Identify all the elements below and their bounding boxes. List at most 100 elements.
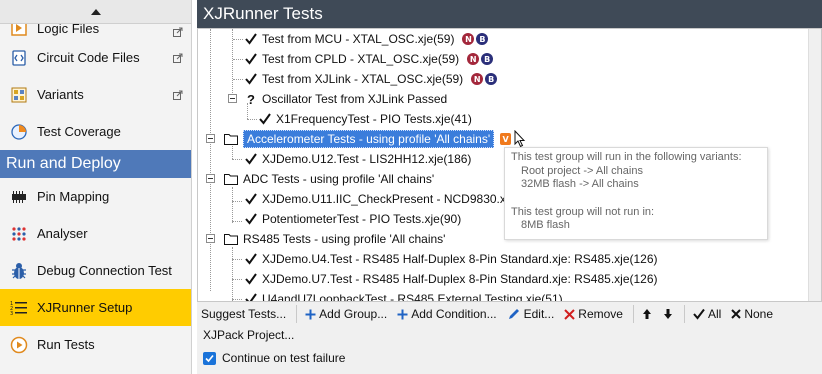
- continue-on-failure-checkbox[interactable]: Continue on test failure: [203, 351, 345, 365]
- sidebar-item-test-coverage[interactable]: Test Coverage: [0, 113, 191, 150]
- sidebar-item-label: Run Tests: [37, 337, 95, 352]
- sidebar-item-label: Variants: [37, 87, 84, 102]
- variants-tooltip: This test group will run in the followin…: [504, 147, 768, 240]
- external-link-icon[interactable]: [173, 27, 183, 37]
- sidebar-item-label: Logic Files: [37, 24, 100, 36]
- tree-row[interactable]: Test from CPLD - XTAL_OSC.xje(59) N B: [244, 49, 494, 69]
- sidebar-item-variants[interactable]: Variants: [0, 76, 191, 113]
- checkbox-checked-icon[interactable]: [203, 351, 216, 365]
- close-icon: [731, 309, 742, 319]
- check-icon: [244, 192, 258, 206]
- tooltip-line: This test group will run in the followin…: [511, 151, 742, 163]
- sidebar-item-xjrunner-setup[interactable]: 123 XJRunner Setup: [0, 289, 191, 326]
- tree-row-label: U4andU7LoopbackTest - RS485 External Tes…: [262, 292, 563, 302]
- sidebar: Logic Files Circuit Code Files Variants …: [0, 0, 192, 374]
- sidebar-item-logic-files[interactable]: Logic Files: [0, 24, 191, 39]
- page-title: XJRunner Tests: [197, 0, 822, 28]
- external-link-icon[interactable]: [173, 90, 183, 100]
- tree-row[interactable]: PotentiometerTest - PIO Tests.xje(90): [244, 209, 461, 229]
- tree-row[interactable]: ? Oscillator Test from XJLink Passed: [244, 89, 447, 109]
- move-up-button[interactable]: [642, 308, 655, 320]
- plus-icon: [305, 309, 316, 320]
- sidebar-item-pin-mapping[interactable]: Pin Mapping: [0, 178, 191, 215]
- badge-v-icon: V: [500, 133, 512, 145]
- tree-row[interactable]: X1FrequencyTest - PIO Tests.xje(41): [258, 109, 472, 129]
- badge-n-icon: N: [467, 53, 480, 65]
- suggest-tests-button[interactable]: Suggest Tests...: [201, 307, 286, 321]
- tree-group-row[interactable]: ADC Tests - using profile 'All chains': [224, 169, 434, 189]
- add-condition-label: Add Condition...: [411, 307, 497, 321]
- xjpack-project-button[interactable]: XJPack Project...: [203, 328, 294, 342]
- select-all-label: All: [707, 307, 722, 321]
- edit-button[interactable]: Edit...: [507, 307, 554, 321]
- tree-row-label: ADC Tests - using profile 'All chains': [243, 172, 435, 186]
- tooltip-line: 8MB flash: [521, 219, 570, 231]
- pin-mapping-icon: [10, 188, 28, 206]
- suggest-tests-label: Suggest Tests...: [201, 307, 287, 321]
- arrow-down-icon: [663, 308, 673, 320]
- check-icon: [258, 112, 272, 126]
- variants-icon: [10, 86, 28, 104]
- test-coverage-icon: [10, 123, 28, 141]
- plus-icon: [397, 309, 408, 320]
- folder-icon: [224, 233, 238, 245]
- sidebar-scroll-up-button[interactable]: [0, 0, 191, 24]
- check-icon: [244, 72, 258, 86]
- collapse-toggle[interactable]: [228, 94, 237, 103]
- check-icon: [244, 272, 258, 286]
- list-icon: 123: [10, 299, 28, 317]
- tree-group-row[interactable]: Accelerometer Tests - using profile 'All…: [224, 129, 526, 149]
- move-down-button[interactable]: [663, 308, 676, 320]
- continue-on-failure-label: Continue on test failure: [222, 351, 346, 365]
- main-panel: XJRunner Tests Test from MCU - XTAL_OSC.…: [197, 0, 822, 374]
- collapse-toggle[interactable]: [206, 234, 215, 243]
- tree-group-row[interactable]: RS485 Tests - using profile 'All chains': [224, 229, 445, 249]
- question-mark-icon: ?: [247, 91, 255, 107]
- check-icon: [244, 252, 258, 266]
- add-condition-button[interactable]: Add Condition...: [397, 307, 497, 321]
- tree-row[interactable]: XJDemo.U12.Test - LIS2HH12.xje(186): [244, 149, 471, 169]
- sidebar-item-analyser[interactable]: Analyser: [0, 215, 191, 252]
- tree-row-label: XJDemo.U11.IIC_CheckPresent - NCD9830.xj…: [262, 192, 516, 206]
- collapse-toggle[interactable]: [206, 134, 215, 143]
- select-none-label: None: [744, 307, 774, 321]
- tree-row[interactable]: XJDemo.U7.Test - RS485 Half-Duplex 8-Pin…: [244, 269, 658, 289]
- add-group-label: Add Group...: [319, 307, 388, 321]
- badge-b-icon: B: [481, 53, 494, 65]
- select-none-button[interactable]: None: [731, 307, 773, 321]
- tree-row[interactable]: Test from XJLink - XTAL_OSC.xje(59) N B: [244, 69, 498, 89]
- tree-row[interactable]: XJDemo.U11.IIC_CheckPresent - NCD9830.xj…: [244, 189, 515, 209]
- pencil-icon: [507, 307, 521, 321]
- add-group-button[interactable]: Add Group...: [305, 307, 387, 321]
- vertical-scrollbar[interactable]: [808, 29, 821, 301]
- remove-button[interactable]: Remove: [564, 307, 623, 321]
- check-icon: [244, 152, 258, 166]
- arrow-up-icon: [642, 308, 652, 320]
- remove-label: Remove: [578, 307, 623, 321]
- triangle-up-icon: [90, 8, 101, 15]
- tree-row[interactable]: U4andU7LoopbackTest - RS485 External Tes…: [244, 289, 563, 302]
- badge-b-icon: B: [476, 33, 489, 45]
- sidebar-item-label: Analyser: [37, 226, 88, 241]
- sidebar-item-run-tests[interactable]: Run Tests: [0, 326, 191, 363]
- tooltip-line: This test group will not run in:: [511, 205, 655, 218]
- sidebar-item-circuit-code-files[interactable]: Circuit Code Files: [0, 39, 191, 76]
- sidebar-section-header: Run and Deploy: [0, 150, 191, 178]
- tree-row-label: PotentiometerTest - PIO Tests.xje(90): [262, 212, 462, 226]
- logic-files-icon: [10, 24, 28, 37]
- folder-icon: [224, 173, 238, 185]
- badge-n-icon: N: [471, 73, 484, 85]
- check-icon: [244, 52, 258, 66]
- tree-row-label: XJDemo.U7.Test - RS485 Half-Duplex 8-Pin…: [262, 272, 658, 286]
- check-icon: [244, 292, 258, 301]
- external-link-icon[interactable]: [173, 53, 183, 63]
- tree-row[interactable]: XJDemo.U4.Test - RS485 Half-Duplex 8-Pin…: [244, 249, 658, 269]
- badge-b-icon: B: [485, 73, 498, 85]
- tree-row-label: Test from XJLink - XTAL_OSC.xje(59): [262, 72, 464, 86]
- collapse-toggle[interactable]: [206, 174, 215, 183]
- sidebar-item-debug-connection-test[interactable]: Debug Connection Test: [0, 252, 191, 289]
- tree-row[interactable]: Test from MCU - XTAL_OSC.xje(59) N B: [244, 29, 489, 49]
- sidebar-item-label: Pin Mapping: [37, 189, 110, 204]
- tree-row-label: Accelerometer Tests - using profile 'All…: [243, 130, 495, 148]
- select-all-button[interactable]: All: [693, 307, 721, 321]
